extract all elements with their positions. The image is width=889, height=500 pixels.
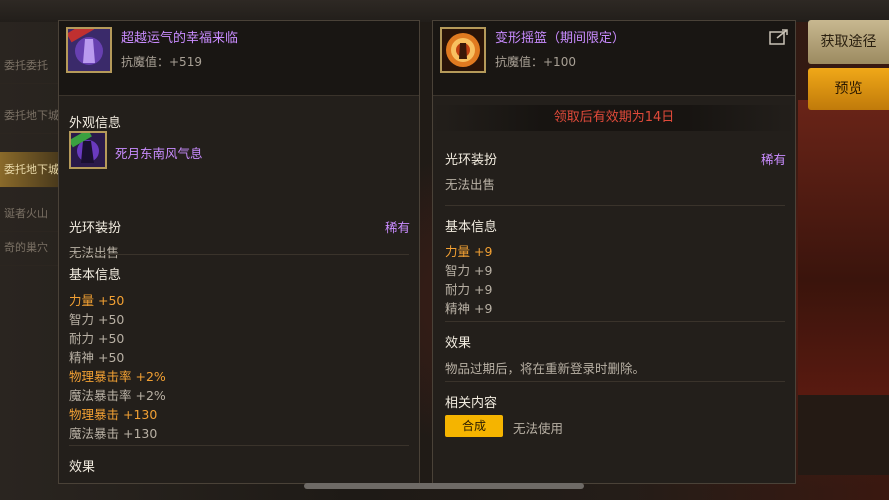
basic-info-title: 基本信息 [69,268,122,283]
related-content-title: 相关内容 [445,396,498,411]
trade-status: 无法出售 [445,177,496,192]
bg-sidebar-item: 诞者火山 [0,196,58,232]
tooltip-header: 变形摇篮（期间限定） 抗魔值：+100 [433,21,795,96]
stat-line: 魔法暴击 +130 [69,426,158,441]
equipped-item-tooltip: 超越运气的幸福来临 抗魔值：+519 外观信息 死月东南风气息 光环装扮 稀有 … [58,20,420,484]
home-indicator [304,483,584,489]
bg-sidebar-item: 委托地下城 [0,152,58,188]
effect-text: 物品过期后，将在重新登录时删除。 [445,361,646,376]
stat-line: 力量 +9 [445,244,493,259]
effect-title: 效果 [445,336,472,351]
background-sidebar: 委托委托 委托地下城 委托地下城 诞者火山 奇的巢穴 [0,24,58,284]
stat-line: 智力 +50 [69,312,125,327]
basic-info-title: 基本信息 [445,220,498,235]
category-label: 光环装扮 [445,153,498,168]
category-label: 光环装扮 [69,221,122,236]
divider [445,381,785,382]
appearance-title: 外观信息 [69,116,122,131]
stat-line: 耐力 +50 [69,331,125,346]
aura-item-icon [66,27,112,73]
bg-sidebar-item: 奇的巢穴 [0,230,58,266]
tooltip-header: 超越运气的幸福来临 抗魔值：+519 [59,21,419,96]
validity-notice: 领取后有效期为14日 [433,105,795,131]
stat-line: 精神 +9 [445,301,493,316]
background-art [798,100,889,400]
top-resource-bar [0,0,889,22]
unusable-label: 无法使用 [513,421,564,436]
effect-title: 效果 [69,460,96,475]
stat-line: 精神 +50 [69,350,125,365]
rarity-label: 稀有 [384,220,410,235]
stat-line: 物理暴击率 +2% [69,369,166,384]
item-magic-resist: 抗魔值：+519 [121,55,202,69]
preview-button[interactable]: 预览 [808,68,889,110]
divider [69,254,409,255]
share-icon[interactable] [769,29,789,45]
stat-line: 力量 +50 [69,293,125,308]
item-magic-resist: 抗魔值：+100 [495,55,576,69]
divider [445,321,785,322]
cradle-item-icon [440,27,486,73]
appearance-icon [69,131,107,169]
acquire-route-button[interactable]: 获取途径 [808,20,889,64]
stat-line: 魔法暴击率 +2% [69,388,166,403]
item-name: 变形摇篮（期间限定） [495,31,626,46]
divider [69,445,409,446]
bg-sidebar-item: 委托地下城 [0,98,58,134]
rarity-label: 稀有 [760,152,786,167]
item-name: 超越运气的幸福来临 [121,31,239,46]
stat-line: 物理暴击 +130 [69,407,158,422]
stat-line: 智力 +9 [445,263,493,278]
stat-line: 耐力 +9 [445,282,493,297]
trade-status: 无法出售 [69,245,120,260]
craft-button[interactable]: 合成 [445,415,503,437]
new-item-tooltip: 变形摇篮（期间限定） 抗魔值：+100 领取后有效期为14日 光环装扮 稀有 无… [432,20,796,484]
appearance-name: 死月东南风气息 [115,146,203,161]
bg-sidebar-item: 委托委托 [0,48,58,84]
divider [445,205,785,206]
background-art-lower [798,395,889,475]
